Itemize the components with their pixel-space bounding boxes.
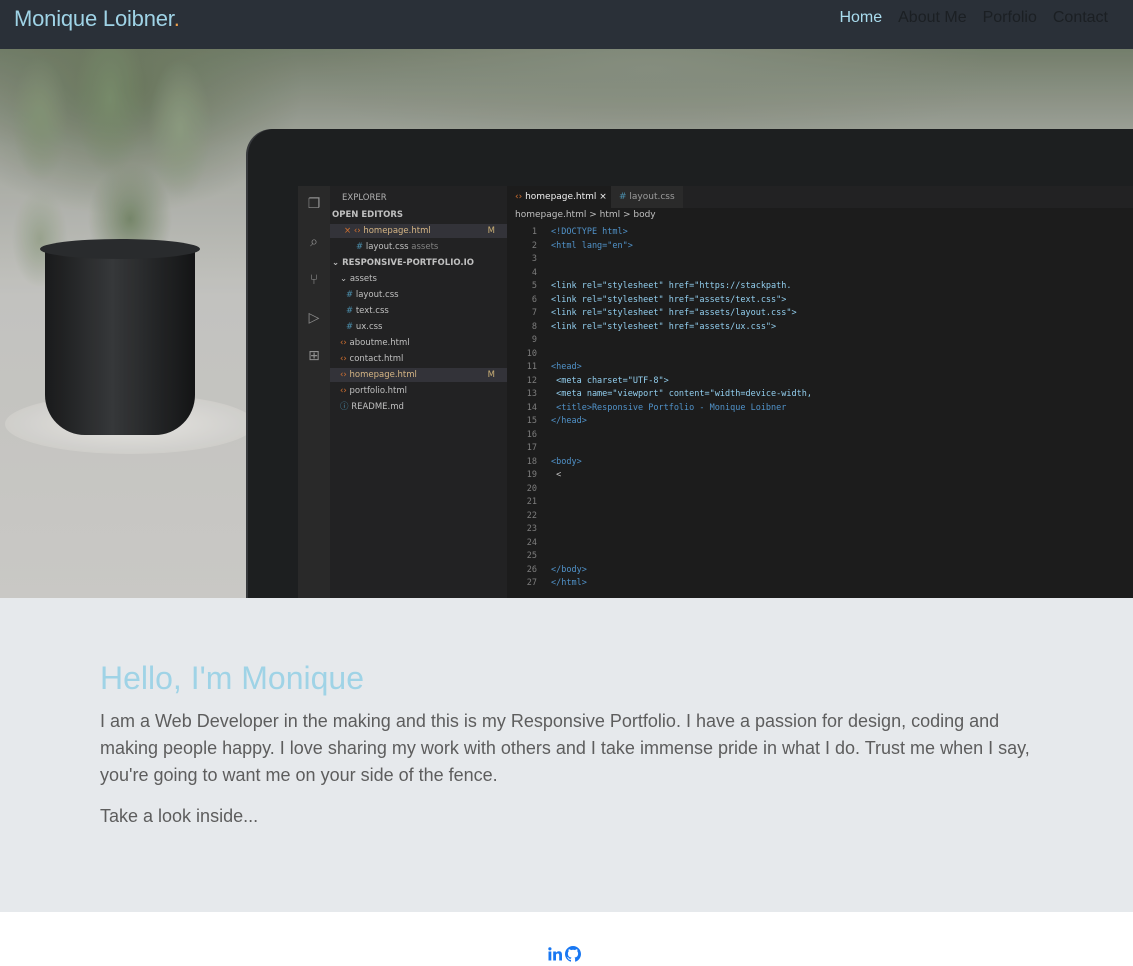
intro-heading: Hello, I'm Monique	[100, 660, 364, 696]
navbar: Monique Loibner. Home About Me Porfolio …	[0, 0, 1133, 49]
nav-link-home[interactable]: Home	[839, 9, 882, 27]
linkedin-icon[interactable]	[547, 946, 563, 962]
brand-link[interactable]: Monique Loibner.	[14, 6, 180, 32]
intro-cta: Take a look inside...	[100, 806, 259, 826]
nav-link-about-me[interactable]: About Me	[898, 9, 966, 27]
brand-dot: .	[173, 6, 180, 31]
footer	[0, 912, 1133, 966]
hero-shade	[0, 49, 1133, 598]
intro-section: Hello, I'm Monique I am a Web Developer …	[0, 598, 1133, 912]
nav-link-contact[interactable]: Contact	[1053, 9, 1108, 27]
social-links	[547, 946, 581, 962]
hero-image: ❐ ⌕ ⑂ ▷ ⊞ EXPLORER OPEN EDITORS × ‹› hom…	[0, 49, 1133, 598]
nav-link-portfolio[interactable]: Porfolio	[983, 9, 1037, 27]
github-icon[interactable]	[565, 946, 581, 962]
brand-name: Monique Loibner	[14, 6, 174, 31]
nav-links: Home About Me Porfolio Contact	[839, 9, 1108, 27]
intro-paragraph: I am a Web Developer in the making and t…	[100, 711, 1030, 785]
